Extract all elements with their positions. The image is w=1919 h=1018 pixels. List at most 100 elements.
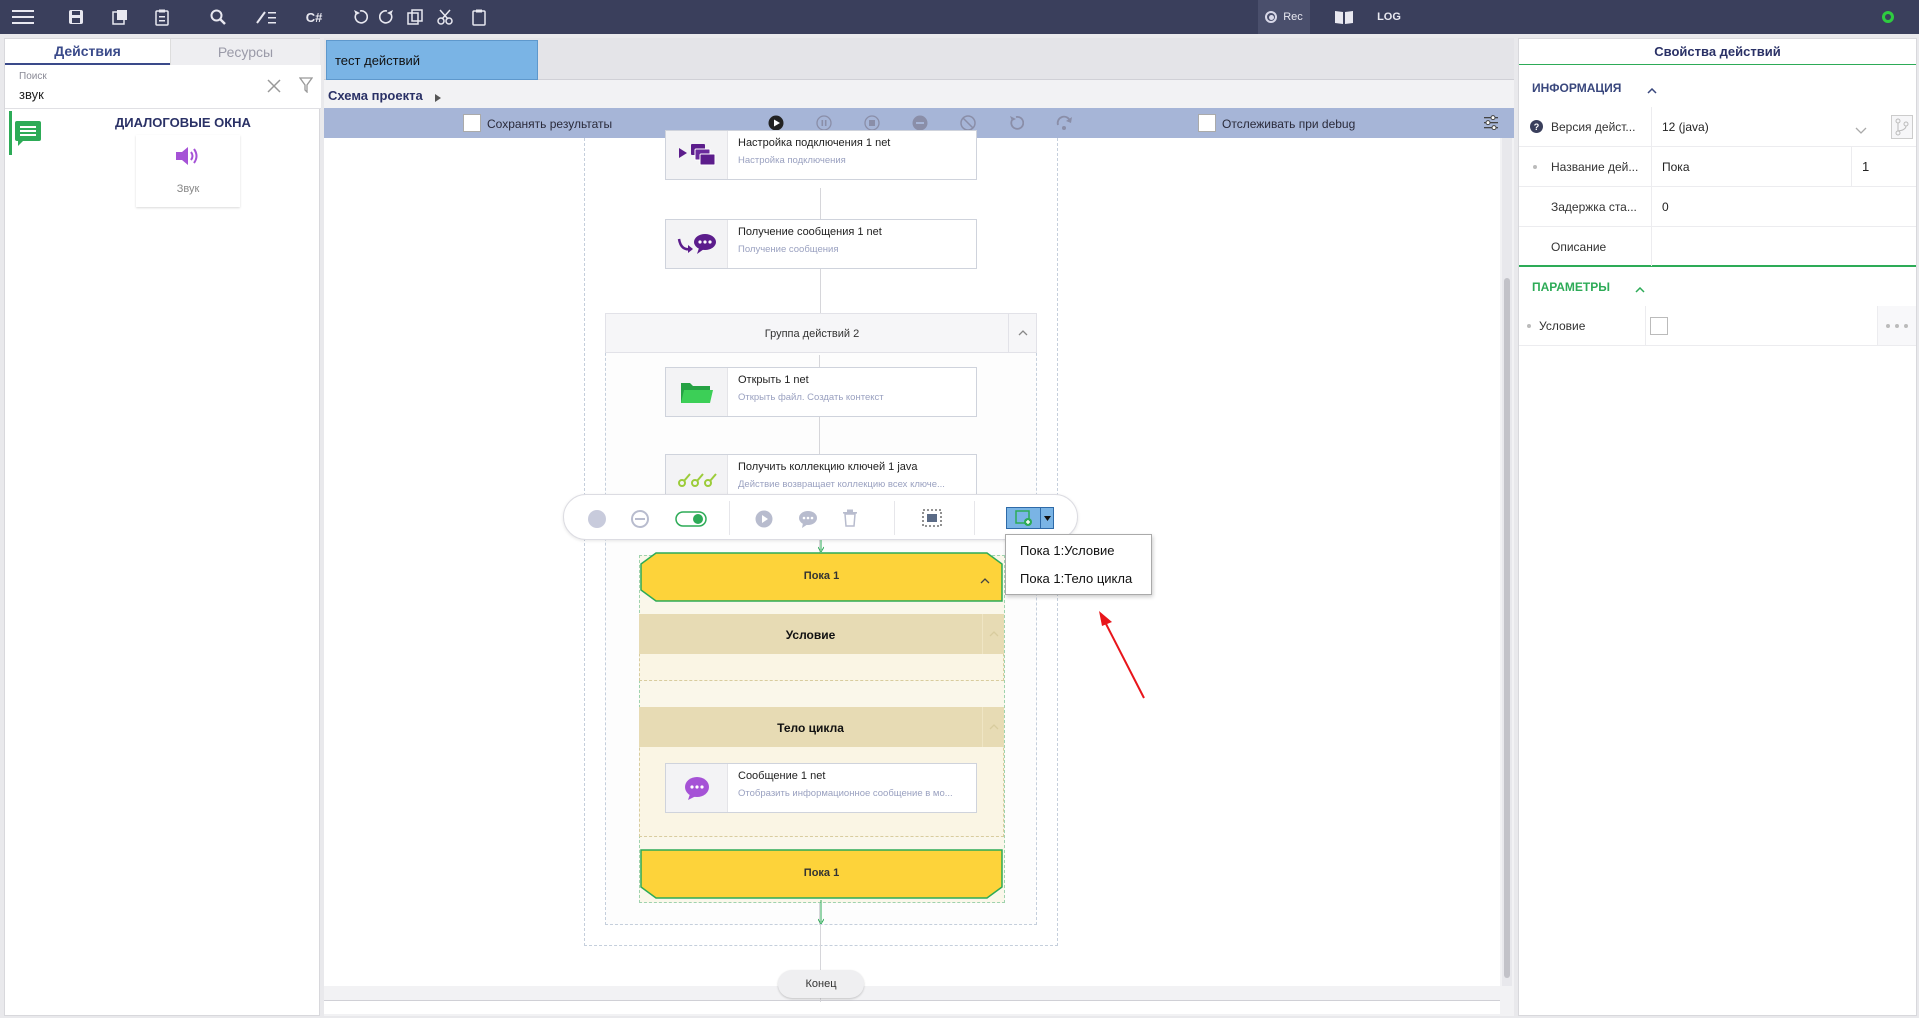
collapse-body-icon[interactable] (982, 707, 1004, 747)
toolbar-divider (729, 501, 730, 535)
collapse-params-icon[interactable] (1635, 282, 1645, 296)
condition-field (1645, 306, 1876, 345)
collapse-group-icon[interactable] (1008, 314, 1036, 352)
while-bottom-label: Пока 1 (803, 867, 840, 879)
horizontal-scrollbar[interactable] (324, 1000, 1500, 1014)
chevron-down-icon[interactable] (1855, 123, 1867, 137)
add-to-branch-button[interactable] (1006, 507, 1054, 529)
loop-body-header[interactable]: Тело цикла (639, 707, 1004, 747)
tab-resources[interactable]: Ресурсы (170, 39, 320, 65)
version-select[interactable]: 12 (java) (1651, 107, 1883, 146)
action-item-sound[interactable]: Звук (136, 135, 240, 207)
search-icon[interactable] (206, 0, 230, 34)
breakpoint-icon[interactable] (588, 510, 606, 531)
add-block-icon (1007, 508, 1040, 528)
collapse-info-icon[interactable] (1647, 83, 1657, 97)
card-subtitle: Действие возвращает коллекцию всех ключе… (738, 479, 945, 490)
filter-icon[interactable] (298, 77, 314, 96)
name-index: 1 (1851, 147, 1916, 186)
required-dot-icon (1527, 324, 1531, 328)
breadcrumb[interactable]: Схема проекта (328, 88, 423, 103)
settings-sliders-icon[interactable] (1483, 114, 1499, 133)
collapse-condition-icon[interactable] (982, 614, 1004, 654)
prop-label: Версия дейст... (1551, 120, 1636, 134)
while-block-bottom[interactable]: Пока 1 (640, 849, 1003, 899)
run-block-icon[interactable] (755, 510, 773, 531)
condition-header[interactable]: Условие (639, 614, 1004, 654)
card-message[interactable]: Сообщение 1 net Отобразить информационное… (665, 763, 977, 813)
record-icon (1265, 11, 1278, 23)
save-results-checkbox[interactable] (463, 114, 481, 132)
book-icon[interactable] (1332, 0, 1356, 34)
while-top-label: Пока 1 (803, 570, 840, 582)
copy-icon[interactable] (404, 0, 426, 34)
breadcrumb-arrow-icon (435, 91, 441, 105)
collapse-while-icon[interactable] (980, 573, 990, 587)
edit-list-icon[interactable] (252, 0, 280, 34)
end-node[interactable]: Конец (778, 970, 864, 998)
actions-panel: Действия Ресурсы Поиск звук ДИАЛОГОВЫЕ О… (4, 38, 321, 1016)
dropdown-arrow-icon[interactable] (1040, 508, 1053, 528)
card-title: Открыть 1 net (738, 374, 809, 386)
csharp-button[interactable]: C# (300, 0, 328, 34)
save-icon[interactable] (64, 0, 88, 34)
help-icon[interactable]: ? (1530, 120, 1543, 136)
log-button[interactable]: LOG (1374, 0, 1404, 34)
folder-icon (666, 368, 728, 416)
toolbar-divider (974, 501, 975, 535)
menu-item-condition[interactable]: Пока 1:Условие (1020, 543, 1114, 558)
condition-label: Условие (785, 628, 836, 642)
tab-actions[interactable]: Действия (5, 39, 170, 65)
message-receive-icon (666, 220, 728, 268)
debug-track-checkbox[interactable] (1198, 114, 1216, 132)
clear-search-icon[interactable] (267, 79, 281, 96)
card-receive-message[interactable]: Получение сообщения 1 net Получение сообщ… (665, 219, 977, 269)
save-all-icon[interactable] (108, 0, 132, 34)
flow-arrow-icon (817, 900, 825, 927)
cut-icon[interactable] (434, 0, 456, 34)
more-options-icon[interactable] (1877, 306, 1916, 345)
card-open[interactable]: Открыть 1 net Открыть файл. Создать конте… (665, 367, 977, 417)
clipboard-list-icon[interactable] (150, 0, 174, 34)
info-section-title: ИНФОРМАЦИЯ (1532, 81, 1622, 95)
redo-icon[interactable] (376, 0, 398, 34)
enable-toggle[interactable] (675, 511, 707, 530)
menu-icon[interactable] (8, 0, 38, 34)
prop-label: Описание (1551, 240, 1607, 254)
while-block-top[interactable]: Пока 1 (640, 552, 1003, 602)
comment-icon[interactable] (798, 510, 818, 531)
save-results-label: Сохранять результаты (487, 117, 613, 131)
vertical-scrollbar[interactable] (1502, 138, 1512, 986)
condition-checkbox[interactable] (1650, 317, 1668, 335)
version-branch-icon[interactable] (1891, 115, 1913, 139)
card-connection-settings[interactable]: Настройка подключения 1 net Настройка под… (665, 130, 977, 180)
document-tab[interactable]: тест действий (326, 40, 538, 80)
rec-label: Rec (1283, 11, 1303, 23)
step-over-icon[interactable] (1056, 115, 1074, 134)
disable-block-icon[interactable] (631, 510, 649, 531)
description-input[interactable] (1651, 227, 1883, 266)
param-label: Условие (1539, 319, 1586, 333)
toolbar-divider (894, 501, 895, 535)
card-title: Получение сообщения 1 net (738, 226, 882, 238)
select-area-icon[interactable] (922, 509, 942, 530)
search-input[interactable]: звук (19, 87, 44, 102)
delete-icon[interactable] (842, 509, 858, 530)
menu-item-loop-body[interactable]: Пока 1:Тело цикла (1020, 571, 1132, 586)
paste-icon[interactable] (468, 0, 490, 34)
required-dot-icon (1533, 165, 1537, 169)
name-input[interactable]: Пока (1651, 147, 1851, 186)
restart-icon[interactable] (1008, 115, 1025, 134)
card-title: Получить коллекцию ключей 1 java (738, 461, 918, 473)
undo-icon[interactable] (349, 0, 371, 34)
properties-panel: Свойства действий ИНФОРМАЦИЯ ? Версия де… (1518, 38, 1917, 1016)
top-toolbar: C# Rec LOG (0, 0, 1919, 34)
record-button[interactable]: Rec (1258, 0, 1310, 34)
dialog-category-icon[interactable] (9, 111, 43, 155)
card-title: Сообщение 1 net (738, 770, 826, 782)
card-subtitle: Получение сообщения (738, 244, 839, 255)
param-row-condition: Условие (1519, 306, 1916, 346)
delay-input[interactable]: 0 (1651, 187, 1883, 226)
action-group-header[interactable]: Группа действий 2 (605, 313, 1037, 353)
loop-body-label: Тело цикла (777, 721, 844, 735)
